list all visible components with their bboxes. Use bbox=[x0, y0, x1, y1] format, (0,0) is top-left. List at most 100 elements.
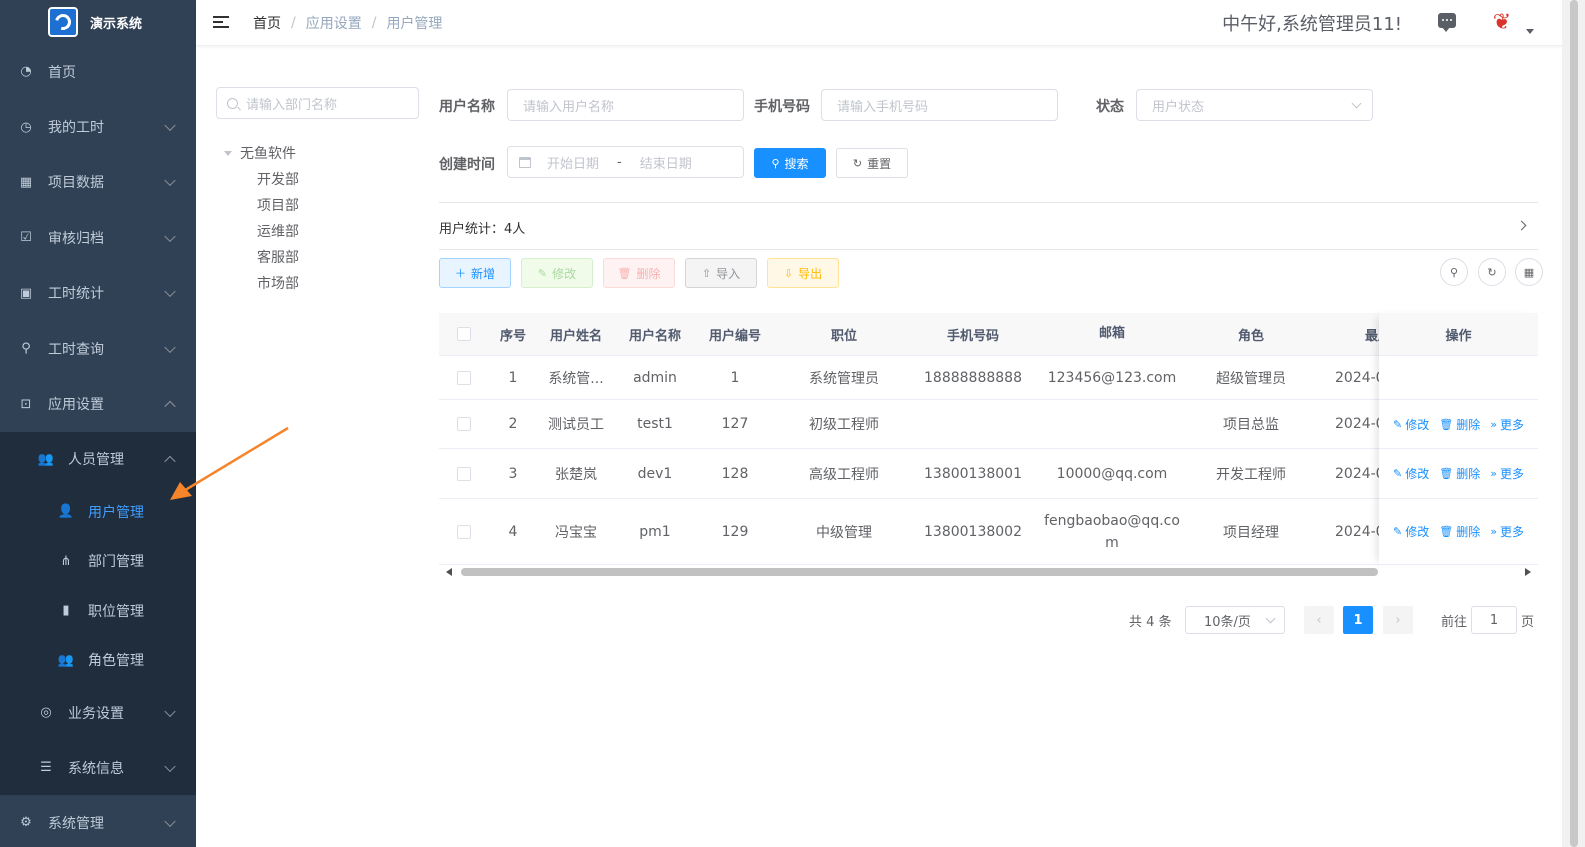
tree-node[interactable]: 运维部 bbox=[222, 218, 299, 244]
divider bbox=[439, 249, 1538, 250]
sidebar-item-project-data[interactable]: ▦ 项目数据 bbox=[0, 155, 196, 210]
cell-name: 测试员工 bbox=[548, 417, 604, 433]
table-row[interactable]: 2 测试员工 test1 127 初级工程师 项目总监 2024-06- bbox=[439, 400, 1538, 449]
toggle-search-button[interactable]: ⚲ bbox=[1440, 258, 1468, 286]
tree-node[interactable]: 开发部 bbox=[222, 166, 299, 192]
tree-node-root[interactable]: 无鱼软件 bbox=[222, 140, 299, 166]
scroll-left-arrow-icon[interactable] bbox=[446, 568, 452, 576]
chevron-down-icon bbox=[164, 175, 176, 187]
row-edit-link[interactable]: ✎ 修改 bbox=[1393, 523, 1429, 540]
search-icon: ⚲ bbox=[771, 156, 780, 170]
list-icon: ☰ bbox=[40, 760, 52, 776]
search-button[interactable]: ⚲ 搜索 bbox=[754, 148, 826, 178]
row-delete-link[interactable]: 🗑 删除 bbox=[1439, 416, 1480, 433]
sidebar-item-role-management[interactable]: 👥 角色管理 bbox=[0, 636, 196, 686]
header-email: 邮箱 bbox=[1098, 326, 1125, 341]
header-operations: 操作 bbox=[1379, 313, 1538, 356]
scrollbar-thumb[interactable] bbox=[461, 568, 1378, 576]
sidebar-item-hour-query[interactable]: ⚲ 工时查询 bbox=[0, 321, 196, 376]
row-more-link[interactable]: » 更多 bbox=[1490, 523, 1524, 540]
user-icon: 👤 bbox=[57, 504, 75, 520]
avatar[interactable]: ❦ bbox=[1486, 6, 1518, 38]
grid-icon: ▦ bbox=[1523, 265, 1535, 279]
row-delete-link[interactable]: 🗑 删除 bbox=[1439, 523, 1480, 540]
edit-button[interactable]: ✎ 修改 bbox=[521, 258, 593, 288]
app-logo[interactable]: 演示系统 bbox=[0, 0, 196, 44]
select-all-checkbox[interactable] bbox=[457, 327, 471, 341]
row-select bbox=[439, 417, 489, 431]
sidebar-item-home[interactable]: ◔ 首页 bbox=[0, 44, 196, 99]
double-chevron-right-icon: » bbox=[1490, 467, 1497, 480]
dashboard-icon: ◔ bbox=[20, 64, 32, 80]
cell-index: 1 bbox=[508, 369, 518, 386]
chart-icon: ▣ bbox=[19, 285, 33, 301]
chevron-right-icon[interactable] bbox=[1516, 220, 1527, 231]
next-page-button[interactable]: › bbox=[1383, 606, 1413, 634]
status-select[interactable]: 用户状态 bbox=[1136, 89, 1373, 121]
dept-search-input[interactable]: 请输入部门名称 bbox=[216, 87, 419, 119]
row-more-link[interactable]: » 更多 bbox=[1490, 465, 1524, 482]
delete-button[interactable]: 🗑 删除 bbox=[603, 258, 675, 288]
header-post: 职位 bbox=[830, 328, 857, 344]
cell-username: pm1 bbox=[639, 523, 671, 540]
hamburger-icon[interactable] bbox=[213, 15, 229, 30]
cell-post: 高级工程师 bbox=[809, 466, 879, 483]
import-button[interactable]: ⇧ 导入 bbox=[685, 258, 757, 288]
prev-page-button[interactable]: ‹ bbox=[1304, 606, 1334, 634]
end-date-input[interactable]: 结束日期 bbox=[640, 153, 692, 172]
sidebar-item-business-settings[interactable]: ◎ 业务设置 bbox=[0, 685, 196, 740]
phone-input[interactable]: 请输入手机号码 bbox=[821, 89, 1058, 121]
table-row[interactable]: 1 系统管... admin 1 系统管理员 18888888888 12345… bbox=[439, 356, 1538, 400]
sidebar-item-system-info[interactable]: ☰ 系统信息 bbox=[0, 740, 196, 795]
caret-down-icon[interactable] bbox=[1526, 29, 1534, 34]
annotation-arrow-icon bbox=[170, 426, 289, 500]
page-number-button[interactable]: 1 bbox=[1343, 606, 1373, 634]
row-select bbox=[439, 370, 489, 385]
tree-node[interactable]: 项目部 bbox=[222, 192, 299, 218]
cell-role: 超级管理员 bbox=[1216, 370, 1286, 387]
start-date-input[interactable]: 开始日期 bbox=[547, 153, 599, 172]
sidebar-item-review[interactable]: ☑ 审核归档 bbox=[0, 210, 196, 265]
header-role: 角色 bbox=[1237, 328, 1264, 344]
sidebar-item-hour-stats[interactable]: ▣ 工时统计 bbox=[0, 266, 196, 321]
breadcrumb-home[interactable]: 首页 bbox=[253, 13, 281, 33]
row-more-link[interactable]: » 更多 bbox=[1490, 416, 1524, 433]
reset-button[interactable]: ↻ 重置 bbox=[836, 148, 908, 178]
sidebar-item-system-management[interactable]: ⚙ 系统管理 bbox=[0, 795, 196, 847]
sidebar-item-my-hours[interactable]: ◷ 我的工时 bbox=[0, 99, 196, 154]
cell-email: fengbaobao@qq.com bbox=[1044, 512, 1180, 551]
row-edit-link[interactable]: ✎ 修改 bbox=[1393, 465, 1429, 482]
row-checkbox[interactable] bbox=[457, 524, 471, 539]
tree-node[interactable]: 市场部 bbox=[222, 270, 299, 296]
date-range-picker[interactable]: 开始日期 - 结束日期 bbox=[507, 146, 744, 178]
tree-node[interactable]: 客服部 bbox=[222, 244, 299, 270]
row-checkbox[interactable] bbox=[457, 417, 471, 431]
breadcrumb-app-settings: 应用设置 bbox=[305, 15, 362, 32]
row-edit-link[interactable]: ✎ 修改 bbox=[1393, 416, 1429, 433]
header-phone: 手机号码 bbox=[946, 328, 999, 344]
tree-icon: ⋔ bbox=[60, 553, 72, 569]
page-size-select[interactable]: 10条/页 bbox=[1185, 606, 1285, 634]
add-button[interactable]: ＋新增 bbox=[439, 258, 511, 288]
sidebar-item-dept-management[interactable]: ⋔ 部门管理 bbox=[0, 536, 196, 586]
columns-button[interactable]: ▦ bbox=[1515, 258, 1543, 286]
op-cell-empty bbox=[1379, 356, 1538, 400]
row-checkbox[interactable] bbox=[457, 466, 471, 481]
username-input[interactable]: 请输入用户名称 bbox=[507, 89, 744, 121]
row-checkbox[interactable] bbox=[457, 370, 471, 385]
scroll-right-arrow-icon[interactable] bbox=[1525, 568, 1531, 576]
table-row[interactable]: 3 张楚岚 dev1 128 高级工程师 13800138001 10000@q… bbox=[439, 449, 1538, 499]
refresh-button[interactable]: ↻ bbox=[1478, 258, 1506, 286]
goto-page-input[interactable]: 1 bbox=[1471, 606, 1517, 634]
table-row[interactable]: 4 冯宝宝 pm1 129 中级管理 13800138002 fengbaoba… bbox=[439, 499, 1538, 565]
horizontal-scrollbar[interactable] bbox=[439, 565, 1538, 579]
sidebar-item-post-management[interactable]: ▮ 职位管理 bbox=[0, 586, 196, 636]
vertical-scrollbar[interactable] bbox=[1562, 0, 1585, 847]
username-label: 用户名称 bbox=[439, 99, 495, 115]
message-icon[interactable] bbox=[1438, 13, 1456, 32]
chevron-down-icon bbox=[164, 341, 176, 353]
export-button[interactable]: ⇩ 导出 bbox=[767, 258, 839, 288]
row-delete-link[interactable]: 🗑 删除 bbox=[1439, 465, 1480, 482]
caret-down-icon[interactable] bbox=[224, 150, 232, 156]
cell-name: 系统管... bbox=[548, 370, 604, 387]
